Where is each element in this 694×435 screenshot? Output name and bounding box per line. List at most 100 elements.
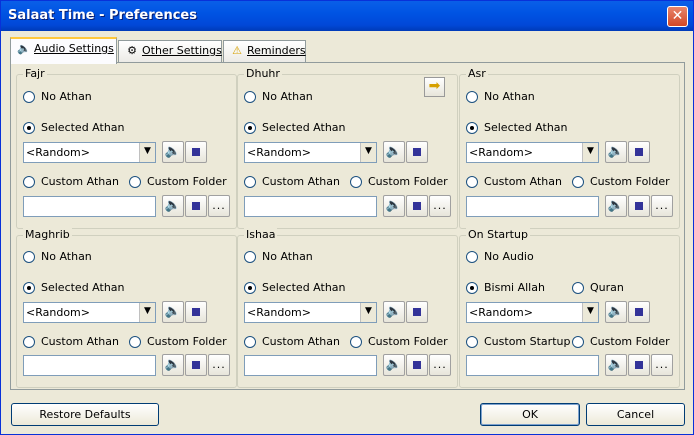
tab-other-settings[interactable]: ⚙ Other Settings bbox=[118, 40, 222, 62]
play-button[interactable]: 🔈 bbox=[605, 301, 627, 323]
radio-custom-folder[interactable]: Custom Folder bbox=[572, 175, 670, 188]
custom-path-field[interactable] bbox=[244, 196, 377, 217]
radio-no-audio[interactable]: No Audio bbox=[466, 250, 534, 263]
browse-button[interactable]: ... bbox=[429, 195, 451, 217]
radio-no-athan[interactable]: No Athan bbox=[23, 250, 92, 263]
browse-button[interactable]: ... bbox=[651, 354, 673, 376]
radio-button[interactable] bbox=[466, 281, 478, 294]
radio-button[interactable] bbox=[572, 335, 584, 348]
radio-custom-athan[interactable]: Custom Athan bbox=[244, 335, 340, 348]
radio-custom-folder[interactable]: Custom Folder bbox=[129, 335, 227, 348]
custom-path-field[interactable] bbox=[466, 196, 599, 217]
stop-button[interactable] bbox=[406, 141, 428, 163]
chevron-down-icon[interactable]: ▼ bbox=[360, 303, 376, 322]
radio-button[interactable] bbox=[244, 250, 256, 263]
stop-button[interactable] bbox=[628, 195, 650, 217]
play-button[interactable]: 🔈 bbox=[162, 141, 184, 163]
radio-button[interactable] bbox=[244, 335, 256, 348]
browse-button[interactable]: ... bbox=[651, 195, 673, 217]
radio-button[interactable] bbox=[466, 90, 478, 103]
radio-custom-athan[interactable]: Custom Athan bbox=[23, 175, 119, 188]
radio-custom-athan[interactable]: Custom Athan bbox=[244, 175, 340, 188]
radio-selected-athan[interactable]: Selected Athan bbox=[466, 121, 568, 134]
chevron-down-icon[interactable]: ▼ bbox=[139, 303, 155, 322]
radio-button[interactable] bbox=[129, 175, 141, 188]
startup-select[interactable]: <Random> ▼ bbox=[466, 302, 599, 323]
stop-button[interactable] bbox=[185, 195, 207, 217]
radio-custom-startup[interactable]: Custom Startup bbox=[466, 335, 570, 348]
close-button[interactable]: ✕ bbox=[667, 6, 688, 27]
stop-button[interactable] bbox=[628, 141, 650, 163]
radio-selected-athan[interactable]: Selected Athan bbox=[23, 281, 125, 294]
radio-no-athan[interactable]: No Athan bbox=[466, 90, 535, 103]
custom-path-field[interactable] bbox=[23, 355, 156, 376]
play-button[interactable]: 🔈 bbox=[383, 301, 405, 323]
stop-button[interactable] bbox=[406, 354, 428, 376]
chevron-down-icon[interactable]: ▼ bbox=[582, 143, 598, 162]
custom-path-field[interactable] bbox=[23, 196, 156, 217]
play-button[interactable]: 🔈 bbox=[605, 354, 627, 376]
radio-custom-athan[interactable]: Custom Athan bbox=[466, 175, 562, 188]
stop-button[interactable] bbox=[628, 354, 650, 376]
radio-button[interactable] bbox=[572, 281, 584, 294]
radio-button[interactable] bbox=[129, 335, 141, 348]
radio-selected-athan[interactable]: Selected Athan bbox=[244, 281, 346, 294]
play-button[interactable]: 🔈 bbox=[162, 354, 184, 376]
radio-no-athan[interactable]: No Athan bbox=[244, 90, 313, 103]
radio-button[interactable] bbox=[466, 250, 478, 263]
radio-custom-folder[interactable]: Custom Folder bbox=[129, 175, 227, 188]
radio-button[interactable] bbox=[244, 281, 256, 294]
chevron-down-icon[interactable]: ▼ bbox=[139, 143, 155, 162]
play-button[interactable]: 🔈 bbox=[383, 141, 405, 163]
athan-select[interactable]: <Random> ▼ bbox=[23, 142, 156, 163]
radio-button[interactable] bbox=[23, 90, 35, 103]
radio-quran[interactable]: Quran bbox=[572, 281, 624, 294]
restore-defaults-button[interactable]: Restore Defaults bbox=[11, 403, 159, 426]
play-button[interactable]: 🔈 bbox=[383, 354, 405, 376]
radio-button[interactable] bbox=[23, 175, 35, 188]
athan-select[interactable]: <Random> ▼ bbox=[244, 302, 377, 323]
custom-path-field[interactable] bbox=[244, 355, 377, 376]
radio-selected-athan[interactable]: Selected Athan bbox=[23, 121, 125, 134]
radio-button[interactable] bbox=[466, 175, 478, 188]
play-button[interactable]: 🔈 bbox=[162, 195, 184, 217]
stop-button[interactable] bbox=[185, 354, 207, 376]
radio-selected-athan[interactable]: Selected Athan bbox=[244, 121, 346, 134]
athan-select[interactable]: <Random> ▼ bbox=[244, 142, 377, 163]
radio-bismi-allah[interactable]: Bismi Allah bbox=[466, 281, 545, 294]
athan-select[interactable]: <Random> ▼ bbox=[23, 302, 156, 323]
radio-button[interactable] bbox=[244, 121, 256, 134]
radio-button[interactable] bbox=[350, 175, 362, 188]
radio-button[interactable] bbox=[350, 335, 362, 348]
play-button[interactable]: 🔈 bbox=[383, 195, 405, 217]
radio-button[interactable] bbox=[244, 90, 256, 103]
radio-button[interactable] bbox=[23, 250, 35, 263]
radio-button[interactable] bbox=[572, 175, 584, 188]
tab-audio-settings[interactable]: 🔈 Audio Settings bbox=[10, 37, 117, 64]
radio-custom-folder[interactable]: Custom Folder bbox=[572, 335, 670, 348]
radio-custom-folder[interactable]: Custom Folder bbox=[350, 335, 448, 348]
play-button[interactable]: 🔈 bbox=[605, 141, 627, 163]
chevron-down-icon[interactable]: ▼ bbox=[360, 143, 376, 162]
radio-custom-folder[interactable]: Custom Folder bbox=[350, 175, 448, 188]
browse-button[interactable]: ... bbox=[208, 354, 230, 376]
stop-button[interactable] bbox=[628, 301, 650, 323]
play-button[interactable]: 🔈 bbox=[162, 301, 184, 323]
radio-no-athan[interactable]: No Athan bbox=[23, 90, 92, 103]
title-bar[interactable]: Salaat Time - Preferences ✕ bbox=[1, 1, 693, 31]
radio-button[interactable] bbox=[23, 121, 35, 134]
ok-button[interactable]: OK bbox=[480, 403, 580, 426]
stop-button[interactable] bbox=[406, 195, 428, 217]
browse-button[interactable]: ... bbox=[208, 195, 230, 217]
play-button[interactable]: 🔈 bbox=[605, 195, 627, 217]
radio-custom-athan[interactable]: Custom Athan bbox=[23, 335, 119, 348]
stop-button[interactable] bbox=[406, 301, 428, 323]
tab-reminders[interactable]: ⚠ Reminders bbox=[223, 40, 306, 62]
athan-select[interactable]: <Random> ▼ bbox=[466, 142, 599, 163]
stop-button[interactable] bbox=[185, 301, 207, 323]
stop-button[interactable] bbox=[185, 141, 207, 163]
copy-to-all-button[interactable]: ➡ bbox=[424, 77, 445, 97]
radio-button[interactable] bbox=[244, 175, 256, 188]
chevron-down-icon[interactable]: ▼ bbox=[582, 303, 598, 322]
radio-button[interactable] bbox=[466, 121, 478, 134]
